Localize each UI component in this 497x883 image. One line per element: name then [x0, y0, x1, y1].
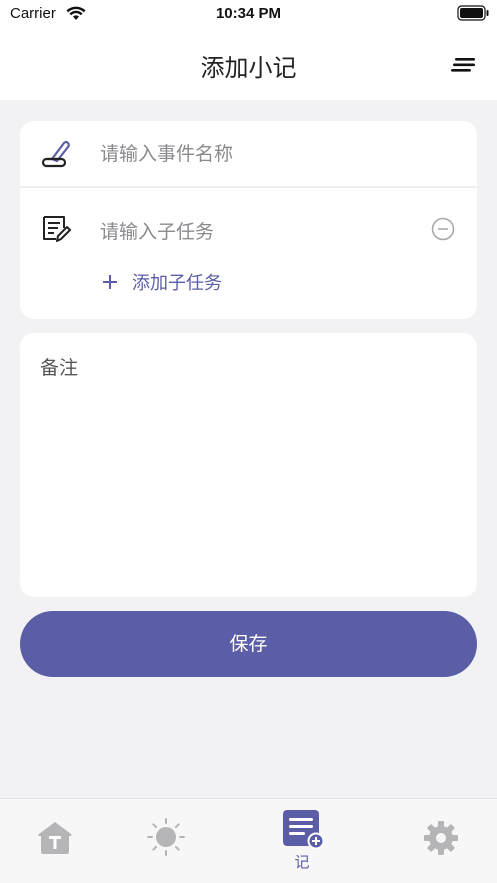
tab-bar: 记	[0, 798, 497, 883]
gear-icon	[424, 821, 458, 855]
tab-note-label: 记	[294, 853, 310, 871]
status-bar: Carrier 10:34 PM	[0, 0, 497, 28]
pen-icon	[41, 140, 70, 168]
event-name-row: 请输入事件名称	[20, 121, 477, 187]
note-placeholder: 备注	[40, 357, 79, 379]
page-title: 添加小记	[200, 54, 297, 82]
tab-settings[interactable]	[402, 799, 482, 883]
divider	[20, 186, 477, 188]
add-subtask-label: 添加子任务	[132, 273, 222, 294]
nav-bar: 添加小记	[0, 28, 497, 100]
save-button[interactable]: 保存	[20, 611, 477, 677]
remove-subtask-icon[interactable]	[431, 217, 455, 241]
document-edit-icon	[43, 216, 71, 242]
tab-weather[interactable]	[126, 799, 206, 883]
subtask-input[interactable]: 请输入子任务	[100, 217, 214, 244]
subtask-row: 请输入子任务	[20, 201, 477, 257]
clock: 10:34 PM	[215, 5, 282, 22]
note-field[interactable]: 备注	[20, 333, 477, 597]
tab-home[interactable]	[16, 799, 96, 883]
home-icon	[38, 822, 72, 854]
event-card: 请输入事件名称 请输入子任务 添加子任务	[20, 121, 477, 319]
sun-icon	[147, 818, 185, 856]
plus-icon	[103, 275, 117, 289]
menu-icon[interactable]	[451, 56, 477, 74]
battery-icon	[457, 5, 489, 21]
tab-note[interactable]: 记	[262, 799, 342, 883]
note-add-icon	[283, 810, 324, 849]
add-subtask-button[interactable]: 添加子任务	[102, 268, 222, 296]
event-name-input[interactable]: 请输入事件名称	[100, 139, 233, 166]
